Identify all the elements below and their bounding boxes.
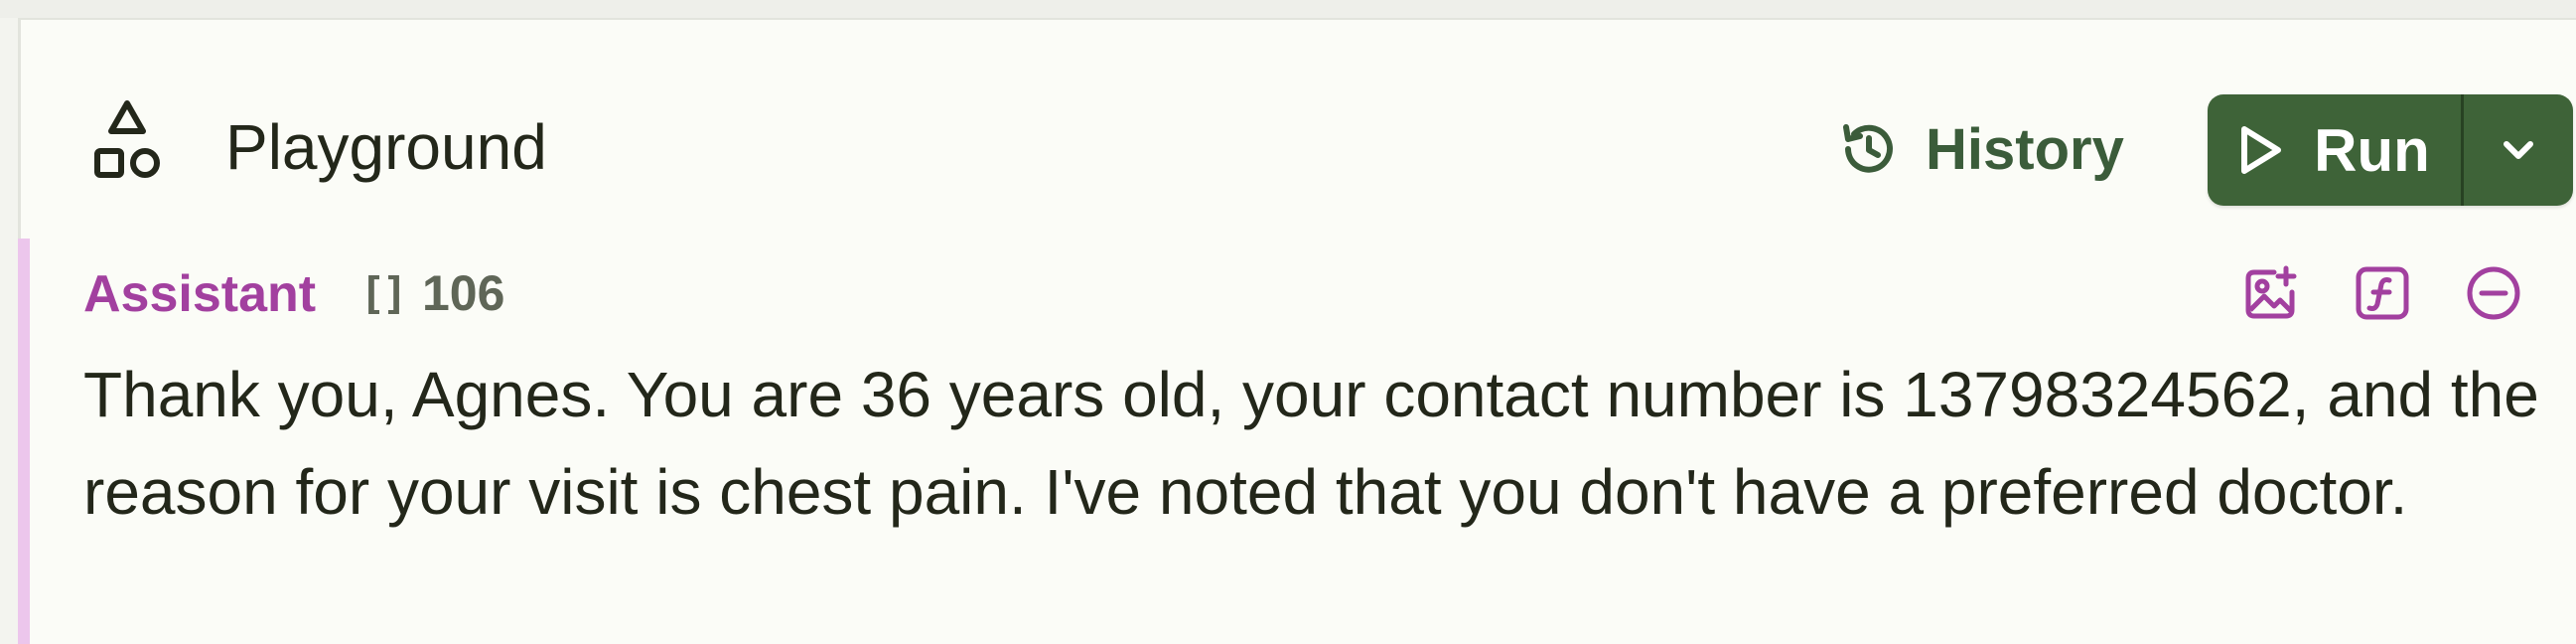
chevron-down-icon — [2499, 136, 2538, 164]
run-options-dropdown[interactable] — [2464, 94, 2573, 206]
brackets-icon: [] — [359, 267, 408, 319]
page-title: Playground — [225, 111, 547, 183]
message-accent-bar — [18, 239, 30, 644]
history-button[interactable]: History — [1838, 101, 2124, 197]
shapes-icon — [88, 95, 166, 195]
token-count-value: 106 — [421, 265, 505, 321]
top-border — [0, 0, 2576, 20]
add-image-icon[interactable] — [2242, 264, 2300, 322]
assistant-message: Assistant [] 106 Thank you, Agnes. You a… — [18, 239, 2576, 644]
message-actions — [2242, 264, 2522, 322]
history-icon — [1838, 119, 1898, 179]
playground-header: Playground History Run — [21, 20, 2576, 239]
history-label: History — [1926, 116, 2124, 182]
token-count: [] 106 — [359, 264, 504, 322]
message-content[interactable]: Thank you, Agnes. You are 36 years old, … — [83, 346, 2546, 541]
function-icon[interactable] — [2354, 264, 2411, 322]
run-label: Run — [2314, 116, 2430, 184]
remove-icon[interactable] — [2465, 264, 2522, 322]
run-button[interactable]: Run — [2208, 94, 2461, 206]
play-icon — [2238, 124, 2284, 176]
run-button-group: Run — [2208, 94, 2573, 206]
message-role-label: Assistant — [83, 265, 317, 323]
